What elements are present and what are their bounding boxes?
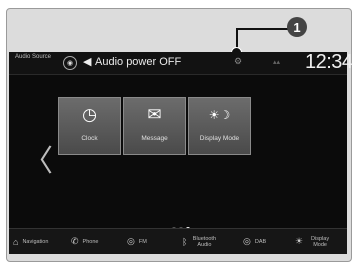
nav-label: FM	[138, 238, 147, 245]
settings-indicator-icon: ⚙	[234, 56, 243, 66]
display-mode-icon: ☀	[295, 236, 304, 246]
audio-source-icon[interactable]: ◉	[63, 56, 77, 70]
tile-label: Message	[141, 135, 168, 142]
fm-icon: ◎	[127, 236, 135, 246]
tile-label: Display Mode	[199, 135, 240, 142]
nav-label: Display Mode	[311, 235, 330, 248]
callout-number: 1	[287, 17, 307, 37]
nav-label: DAB	[254, 238, 267, 245]
phone-icon: ✆	[71, 236, 79, 246]
nav-fm[interactable]: ◎ FM	[127, 229, 147, 254]
nav-label: Phone	[82, 238, 99, 245]
navigation-icon: ⌂	[13, 236, 19, 247]
dab-icon: ◎	[243, 236, 251, 246]
nav-label: Navigation	[22, 238, 49, 245]
tile-message[interactable]: ✉ Message	[123, 97, 186, 155]
clock-time: 12:34	[305, 51, 353, 73]
audio-status-text: Audio power OFF	[95, 56, 182, 68]
nav-navigation[interactable]: ⌂ Navigation	[13, 229, 48, 254]
clock-icon: ◷	[82, 105, 97, 124]
nav-dab[interactable]: ◎ DAB	[243, 229, 266, 254]
previous-page-arrow-icon[interactable]: 〈	[23, 136, 53, 180]
status-bar: Audio Source ◉ ◀ Audio power OFF ⚙ ▴▴ 12…	[9, 51, 353, 75]
bluetooth-icon: ᛒ	[182, 236, 188, 247]
signal-icon: ▴▴	[273, 59, 281, 66]
nav-phone[interactable]: ✆ Phone	[71, 229, 98, 254]
bottom-nav-bar: ⌂ Navigation ✆ Phone ◎ FM ᛒ Bluetooth Au…	[9, 228, 347, 254]
nav-display-mode[interactable]: ☀ Display Mode	[295, 229, 333, 254]
nav-label: Bluetooth Audio	[192, 235, 217, 248]
nav-bluetooth-audio[interactable]: ᛒ Bluetooth Audio	[182, 229, 217, 254]
tile-display-mode[interactable]: ☀☽ Display Mode	[188, 97, 251, 155]
speaker-off-icon: ◀	[83, 56, 92, 68]
envelope-icon: ✉	[147, 105, 162, 124]
display-mode-icon: ☀☽	[208, 108, 231, 122]
audio-source-label[interactable]: Audio Source	[15, 54, 51, 61]
tile-clock[interactable]: ◷ Clock	[58, 97, 121, 155]
tile-label: Clock	[81, 135, 98, 142]
infotainment-screen: Audio Source ◉ ◀ Audio power OFF ⚙ ▴▴ 12…	[9, 51, 353, 254]
